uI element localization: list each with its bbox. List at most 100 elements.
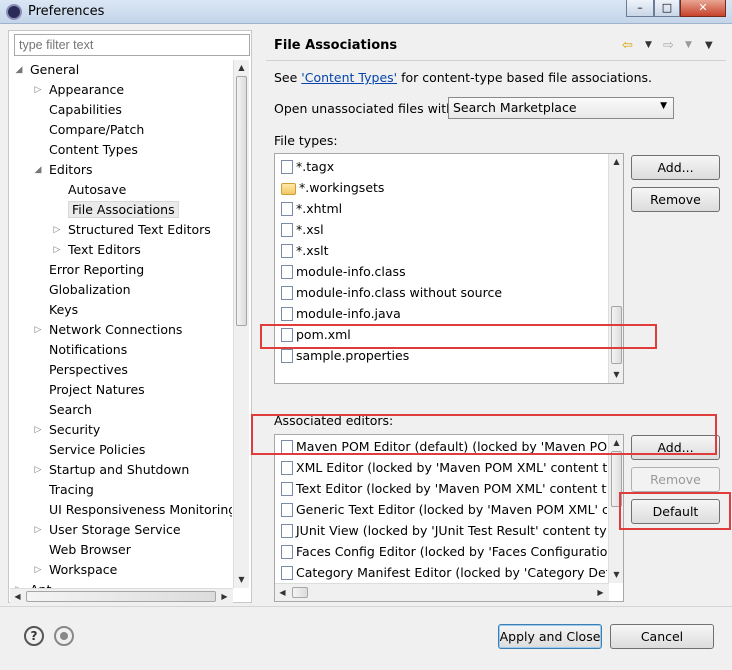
maximize-button[interactable]: □ xyxy=(654,0,680,17)
tree-item-ui-responsiveness-monitoring[interactable]: UI Responsiveness Monitoring xyxy=(37,500,232,520)
scroll-down-arrow-icon[interactable]: ▼ xyxy=(609,567,623,582)
tree-item-general[interactable]: ◢ General xyxy=(16,60,80,80)
editors-h-scrollbar[interactable]: ◀ ▶ xyxy=(275,583,609,601)
tree-item-text-editors[interactable]: ▷ Text Editors xyxy=(54,240,141,260)
add-file-type-button[interactable]: Add... xyxy=(631,155,720,180)
file-type-row[interactable]: module-info.class xyxy=(281,261,406,282)
collapsed-arrow-icon[interactable]: ▷ xyxy=(33,320,43,340)
scroll-thumb[interactable] xyxy=(236,76,247,326)
file-type-row[interactable]: *.tagx xyxy=(281,156,334,177)
tree-item-perspectives[interactable]: Perspectives xyxy=(37,360,128,380)
folder-icon xyxy=(281,183,296,195)
collapsed-arrow-icon[interactable]: ▷ xyxy=(33,520,43,540)
h-scroll-thumb[interactable] xyxy=(292,587,308,598)
editor-row[interactable]: JUnit View (locked by 'JUnit Test Result… xyxy=(281,520,607,541)
file-type-row[interactable]: module-info.class without source xyxy=(281,282,502,303)
tree-item-error-reporting[interactable]: Error Reporting xyxy=(37,260,144,280)
collapsed-arrow-icon[interactable]: ▷ xyxy=(52,220,62,240)
xml-editor-icon xyxy=(281,461,293,475)
cancel-button[interactable]: Cancel xyxy=(610,624,714,649)
tree-item-structured-text-editors[interactable]: ▷ Structured Text Editors xyxy=(54,220,211,240)
expanded-arrow-icon[interactable]: ◢ xyxy=(14,60,24,80)
tree-item-security[interactable]: ▷ Security xyxy=(35,420,101,440)
expanded-arrow-icon[interactable]: ◢ xyxy=(33,160,43,180)
file-types-list[interactable]: *.tagx *.workingsets *.xhtml *.xsl *.xslt mod… xyxy=(274,153,624,384)
scroll-up-arrow-icon[interactable]: ▲ xyxy=(234,60,249,75)
tree-item-workspace[interactable]: ▷ Workspace xyxy=(35,560,118,580)
file-type-name: *.workingsets xyxy=(299,180,385,195)
editor-row[interactable]: Category Manifest Editor (locked by 'Cat… xyxy=(281,562,607,583)
associated-editors-list[interactable]: Maven POM Editor (default) (locked by 'M… xyxy=(274,434,624,602)
tree-item-project-natures[interactable]: Project Natures xyxy=(37,380,145,400)
tree-item-compare-patch[interactable]: Compare/Patch xyxy=(37,120,144,140)
filter-input[interactable] xyxy=(14,34,250,56)
tree-horizontal-scrollbar[interactable]: ◀ ▶ xyxy=(10,588,233,604)
title-bar xyxy=(0,0,732,24)
close-button[interactable]: ✕ xyxy=(680,0,726,17)
help-icon[interactable]: ? xyxy=(24,626,44,646)
scroll-left-arrow-icon[interactable]: ◀ xyxy=(275,585,290,600)
eclipse-icon xyxy=(6,4,22,20)
tree-item-content-types[interactable]: Content Types xyxy=(37,140,138,160)
file-type-row[interactable]: module-info.java xyxy=(281,303,401,324)
collapsed-arrow-icon[interactable]: ▷ xyxy=(33,460,43,480)
tree-item-label: Notifications xyxy=(49,342,128,357)
collapsed-arrow-icon[interactable]: ▷ xyxy=(33,80,43,100)
file-type-row[interactable]: *.workingsets xyxy=(281,177,384,198)
tree-item-web-browser[interactable]: Web Browser xyxy=(37,540,131,560)
forward-menu-icon[interactable]: ▼ xyxy=(685,40,692,50)
tree-item-network-connections[interactable]: ▷ Network Connections xyxy=(35,320,183,340)
content-types-link[interactable]: 'Content Types' xyxy=(301,70,397,85)
editor-row[interactable]: XML Editor (locked by 'Maven POM XML' co… xyxy=(281,457,607,478)
tree-item-tracing[interactable]: Tracing xyxy=(37,480,94,500)
tree-item-keys[interactable]: Keys xyxy=(37,300,78,320)
tree-item-label: Compare/Patch xyxy=(49,122,145,137)
import-export-icon[interactable] xyxy=(54,626,74,646)
collapsed-arrow-icon[interactable]: ▷ xyxy=(33,420,43,440)
tree-item-appearance[interactable]: ▷ Appearance xyxy=(35,80,125,100)
view-menu-icon[interactable]: ▼ xyxy=(705,40,713,51)
back-arrow-icon[interactable]: ⇦ xyxy=(622,38,638,53)
editor-row[interactable]: Generic Text Editor (locked by 'Maven PO… xyxy=(281,499,607,520)
tree-item-file-associations[interactable]: File Associations xyxy=(56,200,179,220)
collapsed-arrow-icon[interactable]: ▷ xyxy=(52,240,62,260)
tree-vertical-scrollbar[interactable]: ▲ ▼ xyxy=(233,60,249,588)
scroll-left-arrow-icon[interactable]: ◀ xyxy=(10,589,25,604)
editor-row[interactable]: Text Editor (locked by 'Maven POM XML' c… xyxy=(281,478,607,499)
chevron-down-icon: ▼ xyxy=(660,101,667,111)
tree-item-user-storage-service[interactable]: ▷ User Storage Service xyxy=(35,520,181,540)
file-type-row[interactable]: *.xslt xyxy=(281,240,329,261)
open-unassociated-select[interactable]: Search Marketplace ▼ xyxy=(448,97,674,119)
scroll-down-arrow-icon[interactable]: ▼ xyxy=(609,367,623,382)
back-menu-icon[interactable]: ▼ xyxy=(645,40,652,50)
h-scroll-thumb[interactable] xyxy=(26,591,216,602)
tree-item-startup-and-shutdown[interactable]: ▷ Startup and Shutdown xyxy=(35,460,190,480)
editor-row[interactable]: Faces Config Editor (locked by 'Faces Co… xyxy=(281,541,607,562)
editor-name: XML Editor (locked by 'Maven POM XML' co… xyxy=(296,460,607,475)
scroll-right-arrow-icon[interactable]: ▶ xyxy=(593,585,608,600)
collapsed-arrow-icon[interactable]: ▷ xyxy=(33,560,43,580)
file-type-name: *.xslt xyxy=(296,243,329,258)
forward-arrow-icon[interactable]: ⇨ xyxy=(663,38,674,53)
tree-item-service-policies[interactable]: Service Policies xyxy=(37,440,145,460)
apply-and-close-button[interactable]: Apply and Close xyxy=(498,624,602,649)
minimize-button[interactable]: – xyxy=(626,0,654,17)
tree-item-search[interactable]: Search xyxy=(37,400,92,420)
remove-file-type-button[interactable]: Remove xyxy=(631,187,720,212)
tree-item-globalization[interactable]: Globalization xyxy=(37,280,131,300)
tree-item-ant[interactable]: ▷Ant xyxy=(16,580,52,588)
tree-item-autosave[interactable]: Autosave xyxy=(56,180,126,200)
tree-item-label: Web Browser xyxy=(49,542,131,557)
collapsed-arrow-icon[interactable]: ▷ xyxy=(14,580,24,588)
scroll-up-arrow-icon[interactable]: ▲ xyxy=(609,154,623,169)
tree-item-label: Error Reporting xyxy=(49,262,145,277)
tree-item-label: Network Connections xyxy=(49,322,183,337)
tree-item-editors[interactable]: ◢ Editors xyxy=(35,160,93,180)
scroll-down-arrow-icon[interactable]: ▼ xyxy=(234,572,249,587)
tree-item-capabilities[interactable]: Capabilities xyxy=(37,100,122,120)
tree-item-notifications[interactable]: Notifications xyxy=(37,340,127,360)
file-type-row[interactable]: *.xsl xyxy=(281,219,324,240)
remove-editor-button[interactable]: Remove xyxy=(631,467,720,492)
file-type-row[interactable]: *.xhtml xyxy=(281,198,342,219)
scroll-right-arrow-icon[interactable]: ▶ xyxy=(217,589,232,604)
